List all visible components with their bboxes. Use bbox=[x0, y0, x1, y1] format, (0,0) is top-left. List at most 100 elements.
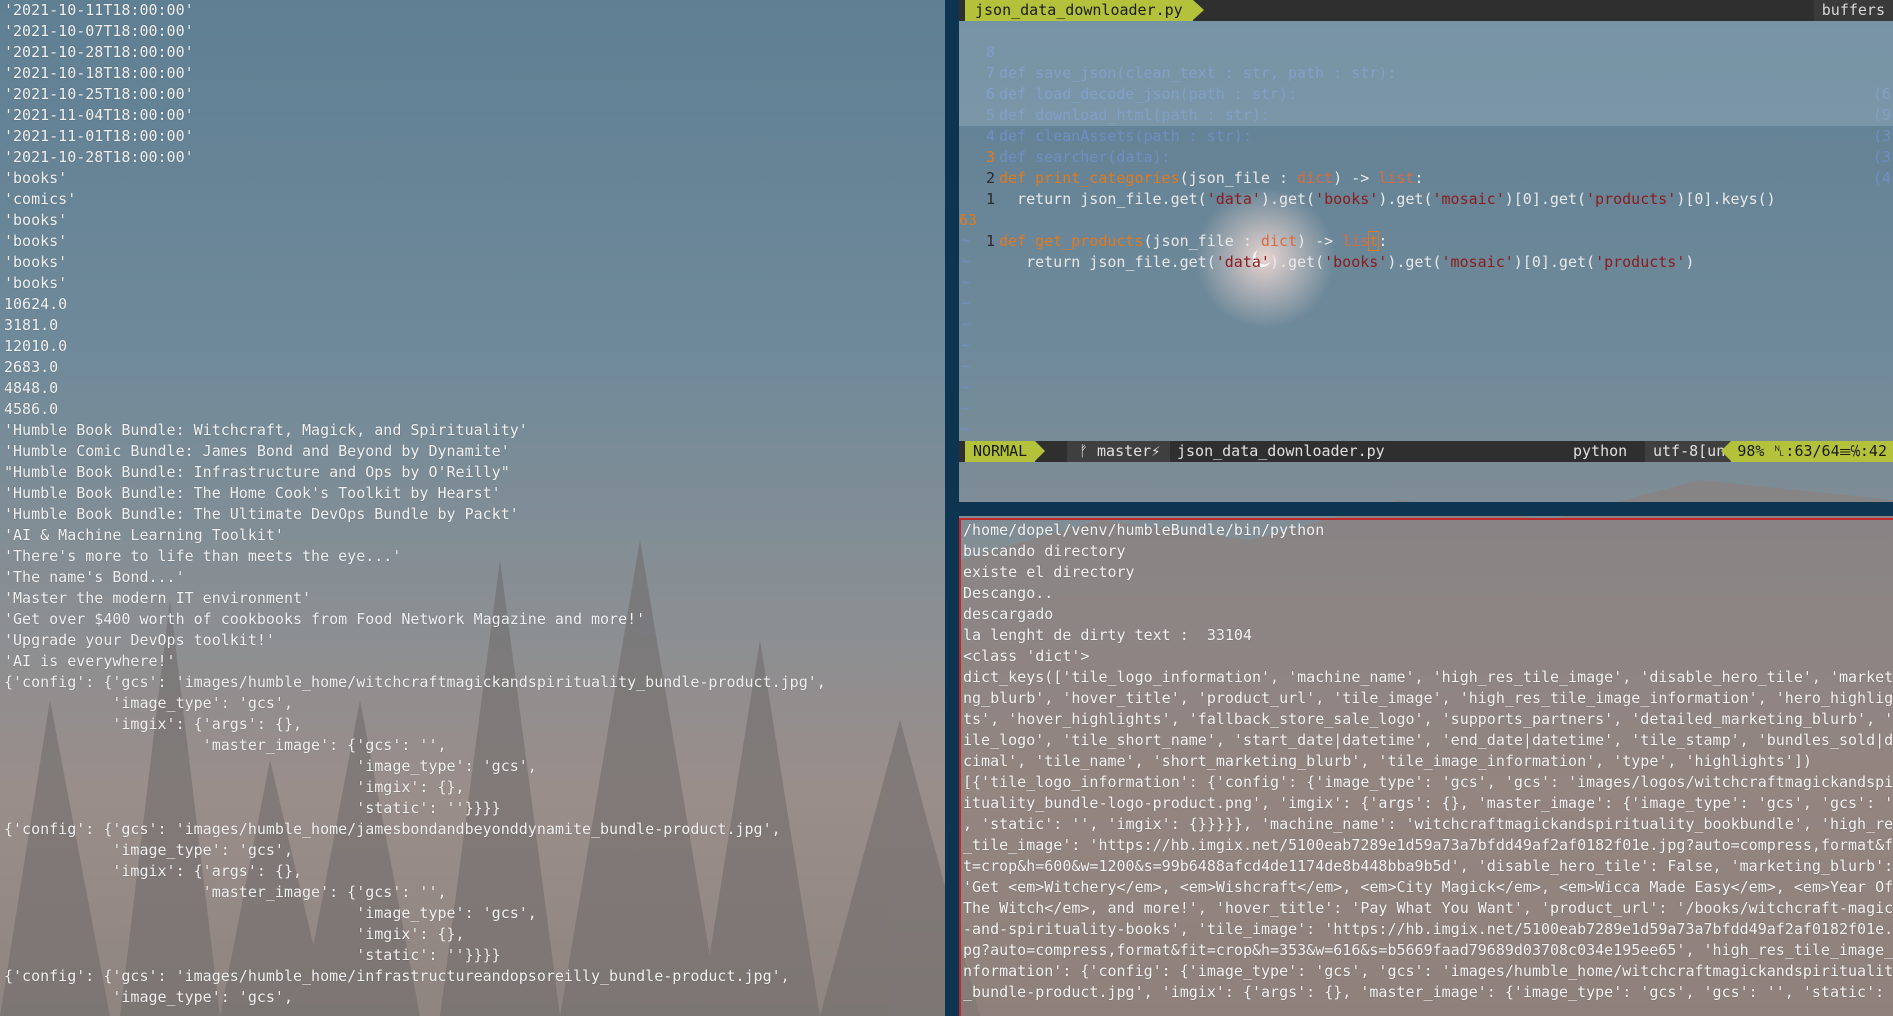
terminal-line: ng_blurb', 'hover_title', 'product_url',… bbox=[963, 689, 1893, 707]
empty-line-tilde: ~ bbox=[961, 336, 971, 354]
output-line: {'config': {'gcs': 'images/humble_home/i… bbox=[4, 967, 790, 985]
output-line: '2021-10-28T18:00:00' bbox=[4, 148, 194, 166]
code-text: return json_file.get('data').get('books'… bbox=[999, 253, 1695, 271]
terminal-line: existe el directory bbox=[963, 563, 1135, 581]
code-line-current[interactable]: 63 def get_products(json_file : dict) ->… bbox=[959, 189, 1893, 251]
git-branch: ᚠ master⚡ bbox=[1067, 441, 1171, 462]
mode-indicator: NORMAL bbox=[965, 441, 1046, 462]
output-line: 'books' bbox=[4, 211, 68, 229]
terminal-line: , 'static': '', 'imgix': {}}}}}, 'machin… bbox=[963, 815, 1893, 833]
output-line: 'imgix': {}, bbox=[4, 778, 465, 796]
output-line: 'Upgrade your DevOps toolkit!' bbox=[4, 631, 275, 649]
empty-line-tilde: ~ bbox=[961, 252, 971, 270]
terminal-line: <class 'dict'> bbox=[963, 647, 1090, 665]
output-line: 'AI & Machine Learning Toolkit' bbox=[4, 526, 284, 544]
vim-editor-pane[interactable]: json_data_downloader.py buffers 8 def sa… bbox=[959, 0, 1893, 502]
output-line: 3181.0 bbox=[4, 316, 59, 334]
terminal-line: _bundle-product.jpg', 'imgix': {'args': … bbox=[963, 983, 1885, 1001]
output-line: 'The name's Bond...' bbox=[4, 568, 185, 586]
filetype: python bbox=[1573, 442, 1628, 460]
terminal-line: ts', 'hover_highlights', 'fallback_store… bbox=[963, 710, 1893, 728]
output-line: 4586.0 bbox=[4, 400, 59, 418]
output-line: 'Humble Book Bundle: Witchcraft, Magick,… bbox=[4, 421, 528, 439]
terminal-line: la lenght de dirty text : 33104 bbox=[963, 626, 1252, 644]
code-line-fold[interactable]: 4 def searcher(data): (4 bbox=[959, 105, 1893, 187]
empty-line-tilde: ~ bbox=[961, 420, 971, 438]
empty-line-tilde: ~ bbox=[961, 231, 971, 249]
horizontal-split-divider[interactable] bbox=[959, 502, 1893, 516]
output-line: 10624.0 bbox=[4, 295, 68, 313]
output-line: {'config': {'gcs': 'images/humble_home/w… bbox=[4, 673, 826, 691]
empty-line-tilde: ~ bbox=[961, 273, 971, 291]
output-line: '2021-10-25T18:00:00' bbox=[4, 85, 194, 103]
code-line-fold[interactable]: 8 def save_json(clean_text : str, path :… bbox=[959, 21, 1893, 103]
output-line: '2021-11-01T18:00:00' bbox=[4, 127, 194, 145]
code-area[interactable]: 8 def save_json(clean_text : str, path :… bbox=[959, 21, 1893, 441]
buffers-indicator: buffers bbox=[1813, 0, 1893, 21]
output-line: 'static': ''}}}} bbox=[4, 946, 501, 964]
output-line: 'books' bbox=[4, 232, 68, 250]
output-line: 'imgix': {'args': {}, bbox=[4, 862, 303, 880]
output-line: 4848.0 bbox=[4, 379, 59, 397]
output-line: 'image_type': 'gcs', bbox=[4, 694, 293, 712]
empty-line-tilde: ~ bbox=[961, 399, 971, 417]
empty-line-tilde: ~ bbox=[961, 357, 971, 375]
output-line: 'comics' bbox=[4, 190, 77, 208]
output-line: 'Humble Book Bundle: The Home Cook's Too… bbox=[4, 484, 501, 502]
output-line: {'config': {'gcs': 'images/humble_home/j… bbox=[4, 820, 781, 838]
code-line[interactable]: 2 return json_file.get('data').get('book… bbox=[959, 147, 1893, 208]
code-line-fold[interactable]: 6 def download_html(path : str): (3 bbox=[959, 63, 1893, 145]
terminal-line: [{'tile_logo_information': {'config': {'… bbox=[963, 773, 1893, 791]
code-line-fold[interactable]: 7 def load_decode_json(path : str): (9 bbox=[959, 42, 1893, 124]
output-line: 'Master the modern IT environment' bbox=[4, 589, 312, 607]
terminal-line: pg?auto=compress,format&fit=crop&h=353&w… bbox=[963, 941, 1893, 959]
terminal-line: The Witch</em>, and more!', 'hover_title… bbox=[963, 899, 1893, 917]
terminal-line: ile_logo', 'tile_short_name', 'start_dat… bbox=[963, 731, 1893, 749]
terminal-line: _tile_image': 'https://hb.imgix.net/5100… bbox=[963, 836, 1893, 854]
output-line: 'imgix': {}, bbox=[4, 925, 465, 943]
empty-line-tilde: ~ bbox=[961, 378, 971, 396]
left-terminal-output[interactable]: '2021-10-11T18:00:00' '2021-10-07T18:00:… bbox=[0, 0, 945, 1016]
output-line: 'Get over $400 worth of cookbooks from F… bbox=[4, 610, 646, 628]
output-line: '2021-10-11T18:00:00' bbox=[4, 1, 194, 19]
terminal-line: 'Get <em>Witchery</em>, <em>Wishcraft</e… bbox=[963, 878, 1893, 896]
output-line: 'Humble Comic Bundle: James Bond and Bey… bbox=[4, 442, 510, 460]
terminal-line: cimal', 'tile_name', 'short_marketing_bl… bbox=[963, 752, 1812, 770]
terminal-line: t=crop&h=600&w=1200&s=99b6488afcd4de1174… bbox=[963, 857, 1893, 875]
terminal-line: descargado bbox=[963, 605, 1054, 623]
output-line: 2683.0 bbox=[4, 358, 59, 376]
output-line: '2021-10-07T18:00:00' bbox=[4, 22, 194, 40]
terminal-line: nformation': {'config': {'image_type': '… bbox=[963, 962, 1893, 980]
terminal-line: Descango.. bbox=[963, 584, 1054, 602]
output-line: '2021-11-04T18:00:00' bbox=[4, 106, 194, 124]
output-line: 'imgix': {'args': {}, bbox=[4, 715, 303, 733]
output-line: 'image_type': 'gcs', bbox=[4, 841, 293, 859]
terminal-line: buscando directory bbox=[963, 542, 1126, 560]
output-line: '2021-10-28T18:00:00' bbox=[4, 43, 194, 61]
output-line: 'static': ''}}}} bbox=[4, 799, 501, 817]
code-text: def get_products(json_file : dict) -> li… bbox=[999, 231, 1388, 251]
output-line: 'Humble Book Bundle: The Ultimate DevOps… bbox=[4, 505, 519, 523]
code-line[interactable]: 3 def print_categories(json_file : dict)… bbox=[959, 126, 1893, 187]
output-line: 12010.0 bbox=[4, 337, 68, 355]
code-line-fold[interactable]: 5 def cleanAssets(path : str): (3 bbox=[959, 84, 1893, 166]
terminal-line: /home/dopel/venv/humbleBundle/bin/python bbox=[963, 521, 1325, 539]
code-line[interactable]: 1 return json_file.get('data').get('book… bbox=[959, 210, 1893, 271]
status-filename: json_data_downloader.py bbox=[1177, 442, 1385, 460]
text-cursor: t bbox=[1368, 231, 1380, 251]
output-line: 'AI is everywhere!' bbox=[4, 652, 176, 670]
output-line: 'master_image': {'gcs': '', bbox=[4, 883, 447, 901]
python-run-terminal[interactable]: /home/dopel/venv/humbleBundle/bin/python… bbox=[959, 518, 1893, 1016]
output-line: 'image_type': 'gcs', bbox=[4, 988, 293, 1006]
code-line[interactable]: 1 bbox=[959, 168, 1893, 208]
vertical-split-divider[interactable] bbox=[945, 0, 959, 1016]
output-line: 'master_image': {'gcs': '', bbox=[4, 736, 447, 754]
vim-statusline: NORMAL ᚠ master⚡ json_data_downloader.py… bbox=[959, 441, 1893, 462]
output-line: 'image_type': 'gcs', bbox=[4, 904, 537, 922]
output-line: 'books' bbox=[4, 274, 68, 292]
empty-line-tilde: ~ bbox=[961, 315, 971, 333]
vim-tabline: json_data_downloader.py buffers bbox=[959, 0, 1893, 21]
output-line: "Humble Book Bundle: Infrastructure and … bbox=[4, 463, 510, 481]
tab-json-data-downloader[interactable]: json_data_downloader.py bbox=[965, 0, 1204, 21]
terminal-line: dict_keys(['tile_logo_information', 'mac… bbox=[963, 668, 1893, 686]
